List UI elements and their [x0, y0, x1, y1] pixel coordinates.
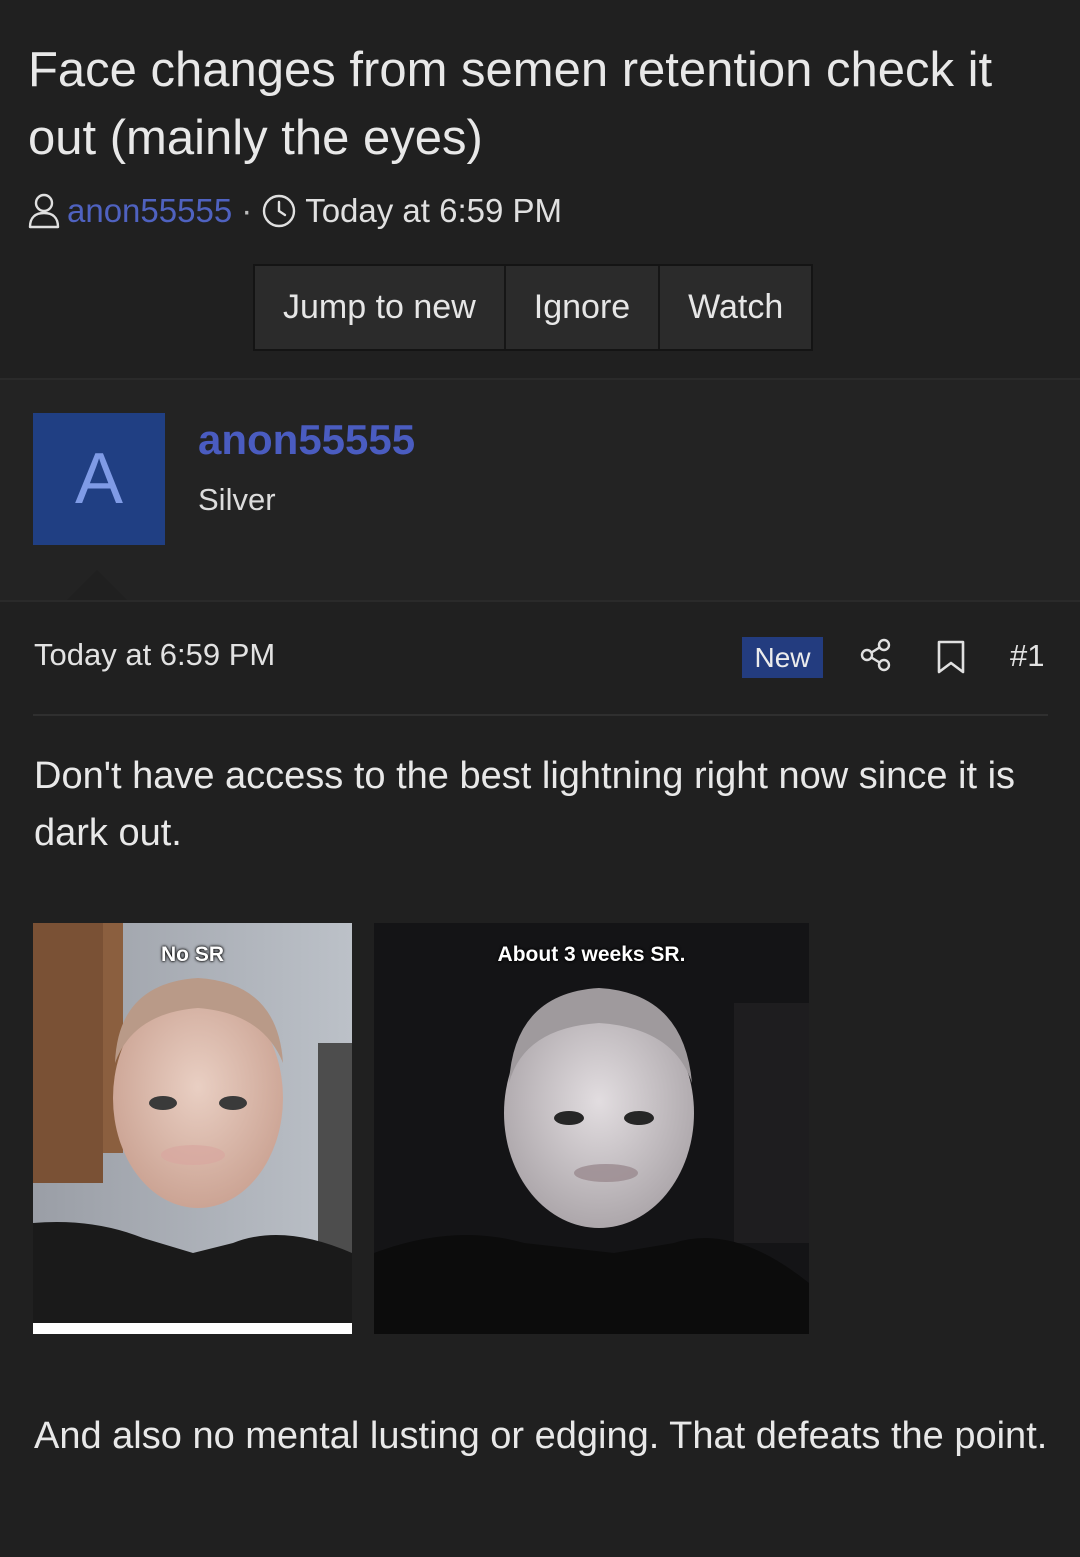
meta-separator: ·	[241, 192, 253, 229]
post-user-block: A anon55555 Silver	[0, 380, 1080, 600]
post-date-link[interactable]: Today at 6:59 PM	[34, 637, 275, 673]
avatar[interactable]: A	[33, 413, 165, 545]
bookmark-icon[interactable]	[936, 639, 966, 675]
share-icon[interactable]	[858, 637, 894, 673]
post-number-link[interactable]: #1	[1010, 638, 1044, 674]
user-block-arrow	[66, 570, 128, 601]
image-caption: About 3 weeks SR.	[497, 943, 686, 966]
thread-title: Face changes from semen retention check …	[28, 43, 993, 165]
post-text: Don't have access to the best lightning …	[34, 755, 1016, 854]
thread-meta: anon55555 · Today at 6:59 PM	[27, 190, 562, 232]
post-image[interactable]: No SR	[33, 923, 352, 1334]
image-caption: No SR	[161, 943, 224, 966]
thread-author-link[interactable]: anon55555	[67, 192, 232, 230]
post-text: And also no mental lusting or edging. Th…	[34, 1415, 1048, 1457]
thread-date-link[interactable]: Today at 6:59 PM	[305, 192, 562, 230]
clock-icon	[261, 193, 297, 229]
divider	[33, 714, 1048, 716]
thread-actions: Jump to new Ignore Watch	[253, 264, 814, 351]
divider	[0, 600, 1080, 602]
user-icon	[27, 192, 61, 230]
user-rank-title: Silver	[198, 482, 276, 517]
post-image[interactable]: About 3 weeks SR.	[374, 923, 809, 1334]
jump-to-new-button[interactable]: Jump to new	[255, 266, 506, 349]
new-badge: New	[742, 637, 823, 678]
watch-button[interactable]: Watch	[660, 266, 811, 349]
ignore-button[interactable]: Ignore	[506, 266, 661, 349]
post-username-link[interactable]: anon55555	[198, 416, 415, 464]
